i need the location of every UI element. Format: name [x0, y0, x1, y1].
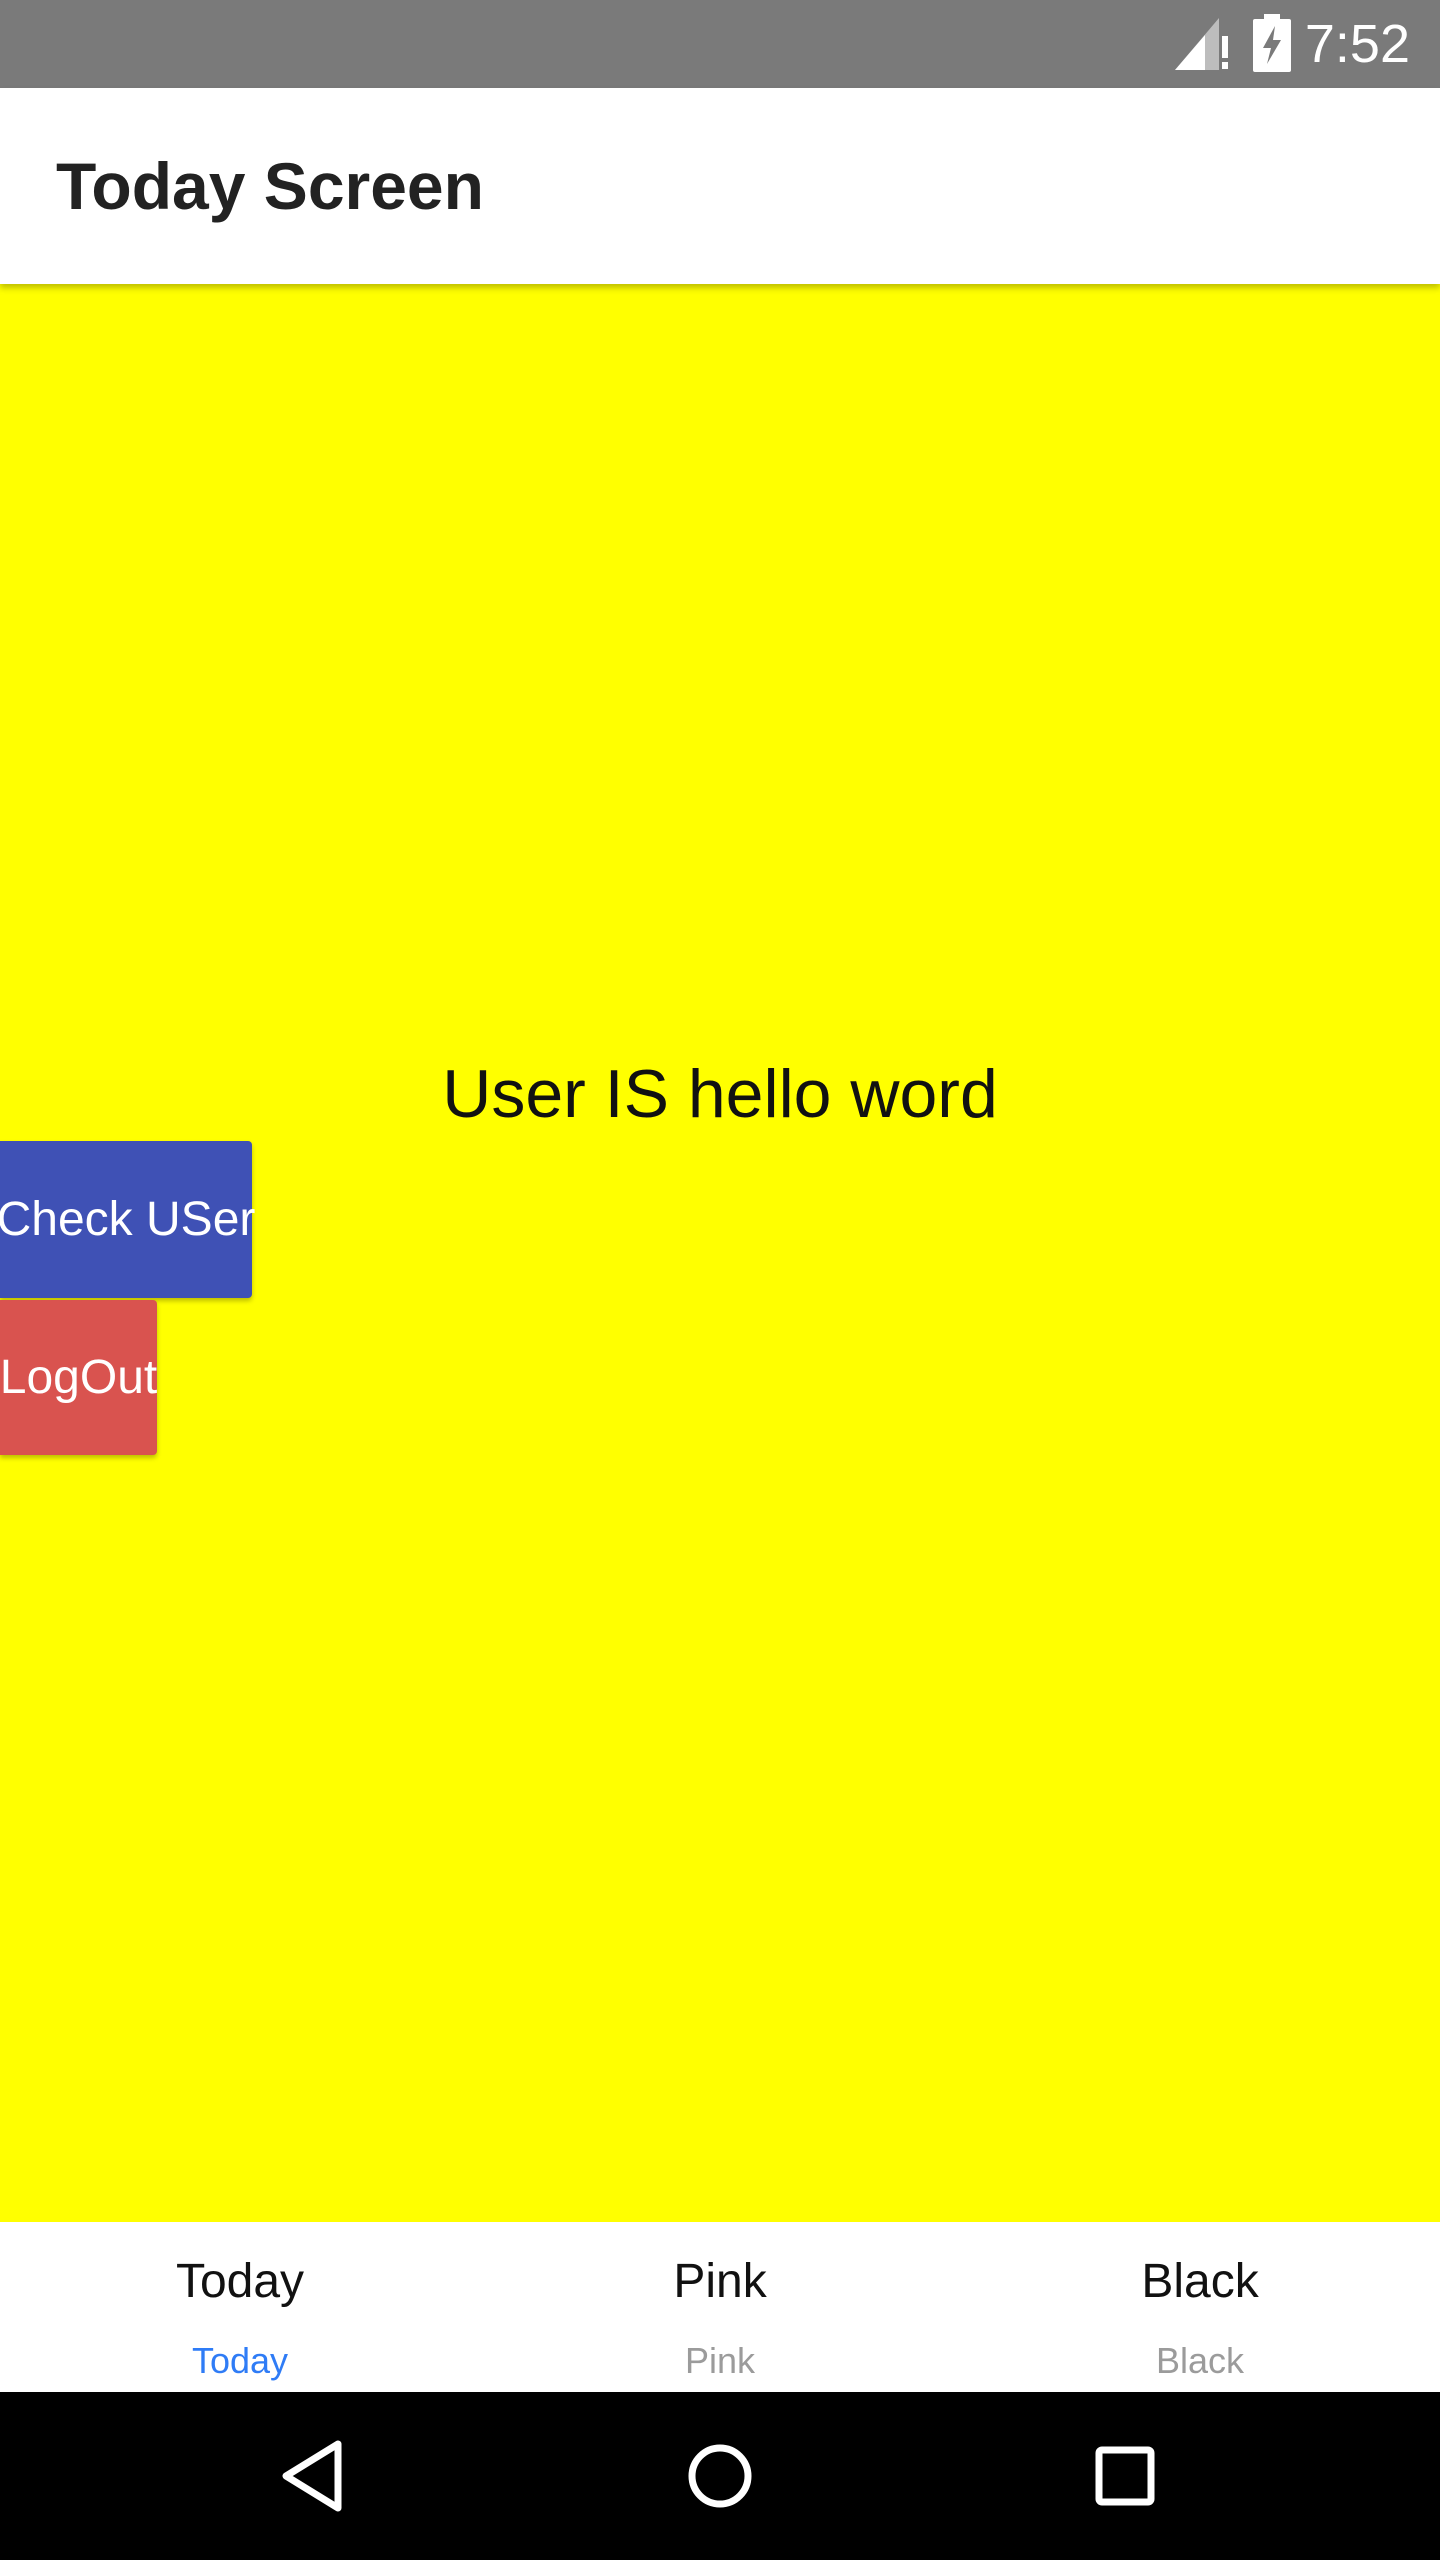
- page-title: Today Screen: [56, 149, 484, 223]
- home-icon[interactable]: [680, 2436, 760, 2516]
- tab-title: Today: [175, 2255, 305, 2308]
- tab-label: Today: [191, 2340, 289, 2381]
- battery-charging-icon: [1253, 14, 1291, 72]
- check-user-button[interactable]: Check USer: [0, 1141, 255, 1298]
- tab-pink[interactable]: Pink Pink: [480, 2222, 960, 2392]
- tab-title: Black: [1141, 2255, 1259, 2308]
- tab-black[interactable]: Black Black: [960, 2222, 1440, 2392]
- recents-icon[interactable]: [1085, 2436, 1165, 2516]
- logout-button[interactable]: LogOut: [0, 1300, 157, 1455]
- bottom-tab-bar: Today Today Pink Pink Black Black: [0, 2222, 1440, 2392]
- system-nav-bar: [0, 2392, 1440, 2560]
- content-area: User IS hello word Check USer LogOut: [0, 284, 1440, 2222]
- status-time: 7:52: [1304, 14, 1410, 74]
- tab-today[interactable]: Today Today: [0, 2222, 480, 2392]
- tab-title: Pink: [673, 2255, 767, 2308]
- status-bar: 7:52: [0, 0, 1440, 88]
- signal-no-data-icon: [1175, 18, 1228, 70]
- back-icon[interactable]: [276, 2436, 356, 2516]
- app-bar: Today Screen: [0, 88, 1440, 284]
- tab-label: Pink: [684, 2340, 756, 2381]
- tab-label: Black: [1155, 2340, 1245, 2381]
- user-message: User IS hello word: [442, 1056, 998, 1132]
